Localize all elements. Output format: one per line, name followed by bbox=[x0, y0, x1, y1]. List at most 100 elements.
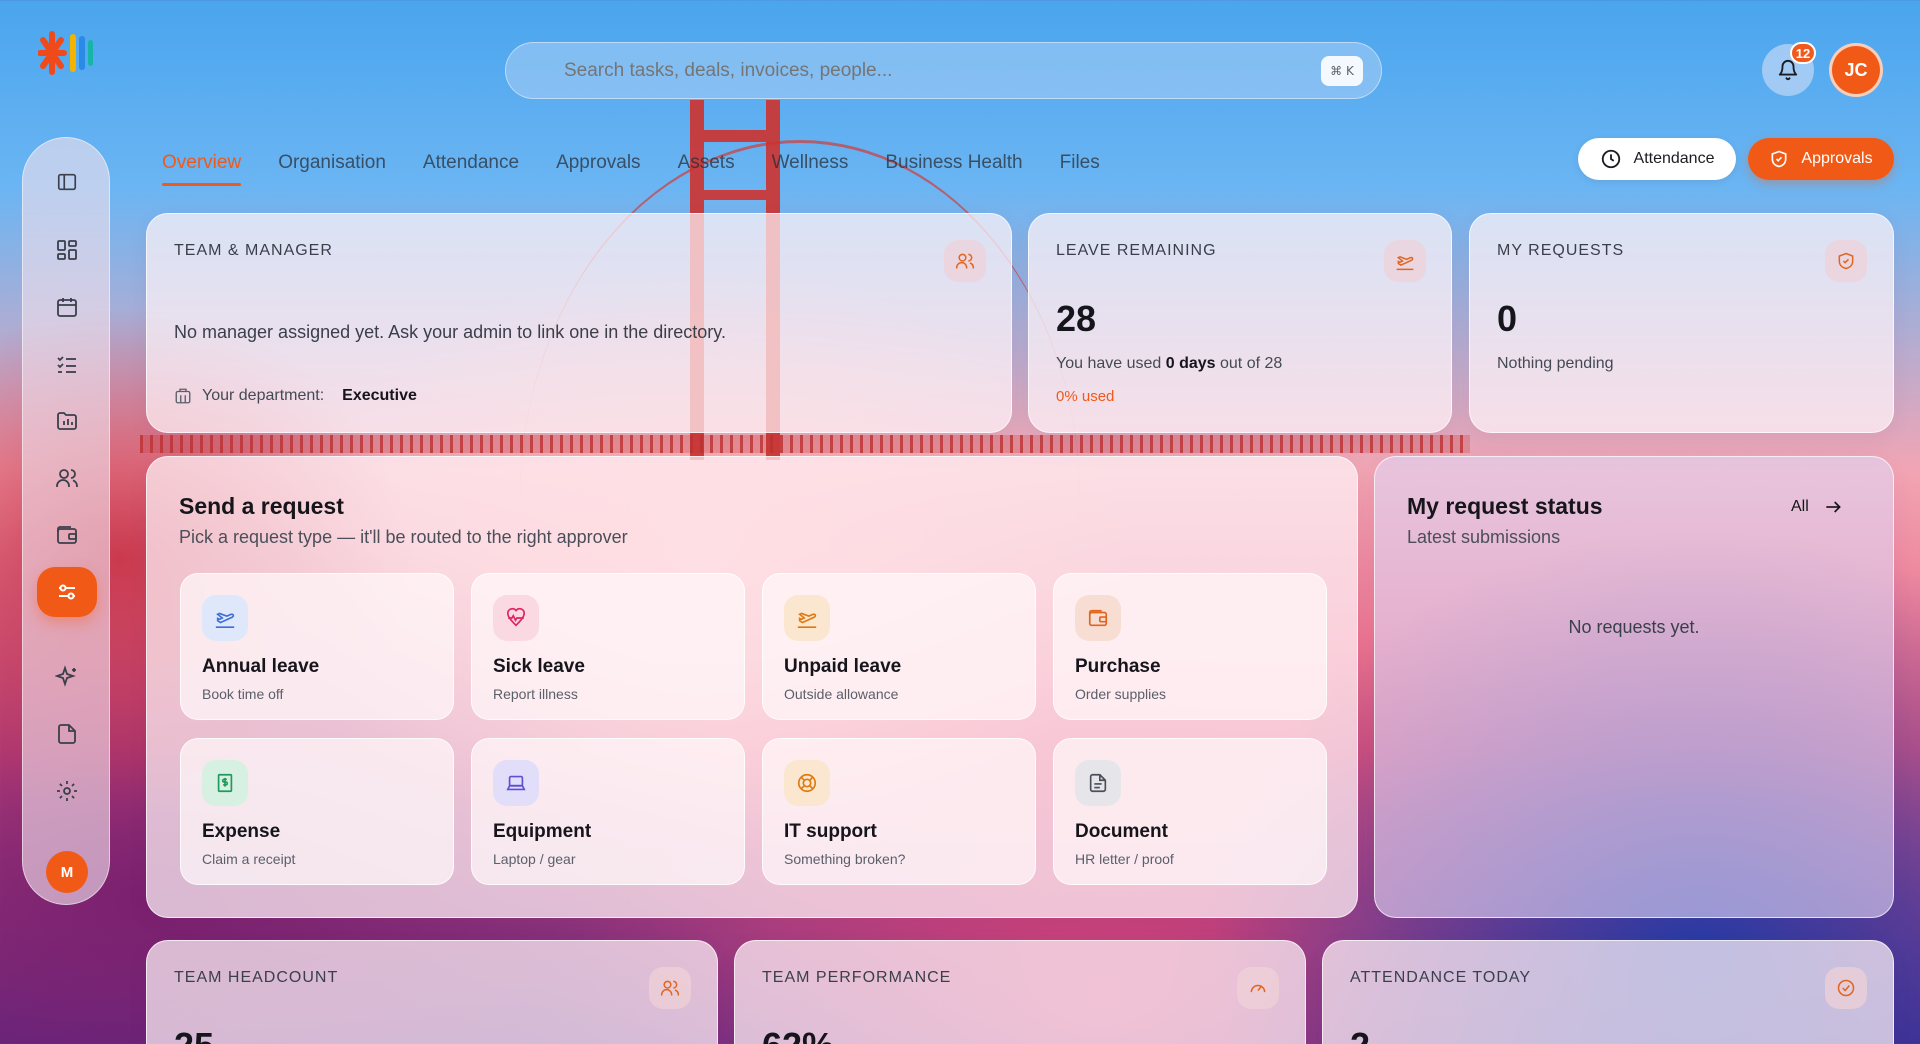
leave-used-prefix: You have used bbox=[1056, 355, 1162, 372]
sidebar-avatar[interactable]: M bbox=[46, 851, 88, 893]
tab-business-health[interactable]: Business Health bbox=[885, 152, 1022, 186]
sparkles-icon bbox=[55, 665, 76, 687]
card-icon-badge bbox=[1237, 967, 1279, 1009]
view-all-requests-link[interactable]: All bbox=[1791, 497, 1843, 517]
settings-icon bbox=[57, 781, 77, 801]
user-avatar[interactable]: JC bbox=[1829, 43, 1883, 97]
global-search[interactable]: ⌘ K bbox=[505, 42, 1382, 99]
my-requests-value: 0 bbox=[1497, 298, 1518, 339]
sliders-icon bbox=[59, 584, 75, 600]
shield-check-icon bbox=[1771, 150, 1787, 168]
team-performance-value: 62% bbox=[762, 1025, 834, 1044]
department-value: Executive bbox=[342, 387, 417, 404]
notification-count-badge: 12 bbox=[1790, 42, 1816, 64]
card-icon-badge bbox=[649, 967, 691, 1009]
sidebar-item-settings[interactable] bbox=[45, 769, 89, 813]
request-type-unpaid-leave[interactable]: Unpaid leave Outside allowance bbox=[762, 573, 1036, 720]
tile-subtitle: Claim a receipt bbox=[202, 851, 296, 867]
sidebar-item-calendar[interactable] bbox=[45, 285, 89, 329]
attendance-button-label: Attendance bbox=[1633, 150, 1715, 167]
tab-wellness[interactable]: Wellness bbox=[772, 152, 849, 186]
tile-title: Annual leave bbox=[202, 656, 320, 677]
document-icon bbox=[1089, 773, 1107, 793]
send-request-subtitle: Pick a request type — it'll be routed to… bbox=[179, 527, 628, 547]
card-label: TEAM HEADCOUNT bbox=[174, 969, 339, 986]
tile-title: Sick leave bbox=[493, 656, 585, 677]
card-icon-badge bbox=[1384, 240, 1426, 282]
leave-used-suffix: out of 28 bbox=[1220, 355, 1283, 372]
manager-empty-message: No manager assigned yet. Ask your admin … bbox=[174, 322, 726, 342]
leave-used-text: You have used 0 days out of 28 bbox=[1056, 355, 1282, 373]
request-type-annual-leave[interactable]: Annual leave Book time off bbox=[180, 573, 454, 720]
gauge-icon bbox=[1250, 984, 1266, 993]
request-status-title: My request status bbox=[1407, 493, 1603, 519]
sidebar-item-tasks[interactable] bbox=[45, 342, 89, 386]
sidebar-item-people[interactable] bbox=[45, 456, 89, 500]
receipt-dollar-icon bbox=[217, 773, 233, 793]
tile-subtitle: HR letter / proof bbox=[1075, 851, 1174, 867]
card-label: MY REQUESTS bbox=[1497, 242, 1625, 259]
sidebar-item-ai[interactable] bbox=[45, 655, 89, 699]
request-type-it-support[interactable]: IT support Something broken? bbox=[762, 738, 1036, 885]
tile-title: Equipment bbox=[493, 821, 592, 842]
approvals-button-label: Approvals bbox=[1801, 150, 1873, 167]
tab-organisation[interactable]: Organisation bbox=[278, 152, 386, 186]
leave-remaining-value: 28 bbox=[1056, 298, 1097, 339]
request-type-purchase[interactable]: Purchase Order supplies bbox=[1053, 573, 1327, 720]
lifebuoy-icon bbox=[797, 773, 817, 793]
tile-title: Document bbox=[1075, 821, 1168, 842]
tab-attendance[interactable]: Attendance bbox=[423, 152, 519, 186]
tile-icon-badge bbox=[202, 595, 248, 641]
attendance-today-value: 2 bbox=[1350, 1025, 1370, 1044]
card-icon-badge bbox=[1825, 967, 1867, 1009]
tile-icon-badge bbox=[784, 595, 830, 641]
tile-subtitle: Order supplies bbox=[1075, 686, 1167, 702]
team-headcount-value: 25 bbox=[174, 1025, 214, 1044]
department-label: Your department: bbox=[202, 387, 325, 404]
department-row: Your department: Executive bbox=[174, 387, 417, 405]
tile-icon-badge bbox=[493, 760, 539, 806]
sidebar: M bbox=[22, 137, 110, 905]
request-type-sick-leave[interactable]: Sick leave Report illness bbox=[471, 573, 745, 720]
request-type-equipment[interactable]: Equipment Laptop / gear bbox=[471, 738, 745, 885]
leave-used-value: 0 days bbox=[1165, 355, 1216, 372]
tile-icon-badge bbox=[493, 595, 539, 641]
request-type-expense[interactable]: Expense Claim a receipt bbox=[180, 738, 454, 885]
clock-icon bbox=[1601, 149, 1620, 169]
tab-approvals[interactable]: Approvals bbox=[556, 152, 641, 186]
tile-subtitle: Laptop / gear bbox=[493, 851, 576, 867]
search-input[interactable] bbox=[564, 59, 1321, 82]
sidebar-toggle-button[interactable] bbox=[45, 160, 89, 204]
card-label: LEAVE REMAINING bbox=[1056, 242, 1217, 259]
sidebar-item-requests[interactable] bbox=[37, 567, 97, 617]
people-icon bbox=[56, 469, 78, 487]
tab-files[interactable]: Files bbox=[1060, 152, 1100, 186]
tile-title: Unpaid leave bbox=[784, 656, 902, 677]
approvals-button[interactable]: Approvals bbox=[1748, 138, 1894, 180]
wallet-icon bbox=[57, 526, 77, 544]
plane-takeoff-icon bbox=[215, 612, 235, 628]
attendance-button[interactable]: Attendance bbox=[1578, 138, 1736, 180]
sidebar-item-projects[interactable] bbox=[45, 399, 89, 443]
check-circle-icon bbox=[1837, 979, 1855, 997]
leave-used-percent: 0% used bbox=[1056, 388, 1115, 405]
app-logo[interactable] bbox=[37, 28, 94, 78]
tile-icon-badge bbox=[1075, 595, 1121, 641]
card-label: TEAM PERFORMANCE bbox=[762, 969, 952, 986]
tile-subtitle: Something broken? bbox=[784, 851, 906, 867]
sidebar-item-dashboard[interactable] bbox=[45, 228, 89, 272]
sidebar-item-files[interactable] bbox=[45, 712, 89, 756]
request-status-panel: My request status Latest submissions All… bbox=[1374, 456, 1894, 918]
team-headcount-card: TEAM HEADCOUNT 25 bbox=[146, 940, 718, 1044]
leave-remaining-card: LEAVE REMAINING 28 You have used 0 days … bbox=[1028, 213, 1452, 433]
tab-assets[interactable]: Assets bbox=[678, 152, 735, 186]
calendar-icon bbox=[57, 298, 77, 317]
sidebar-item-wallet[interactable] bbox=[45, 513, 89, 557]
arrow-right-icon bbox=[1826, 501, 1841, 513]
request-type-document[interactable]: Document HR letter / proof bbox=[1053, 738, 1327, 885]
file-icon bbox=[58, 724, 76, 744]
heart-pulse-icon bbox=[506, 607, 526, 627]
card-label: ATTENDANCE TODAY bbox=[1350, 969, 1532, 986]
tile-title: Expense bbox=[202, 821, 281, 842]
tab-overview[interactable]: Overview bbox=[162, 152, 242, 186]
